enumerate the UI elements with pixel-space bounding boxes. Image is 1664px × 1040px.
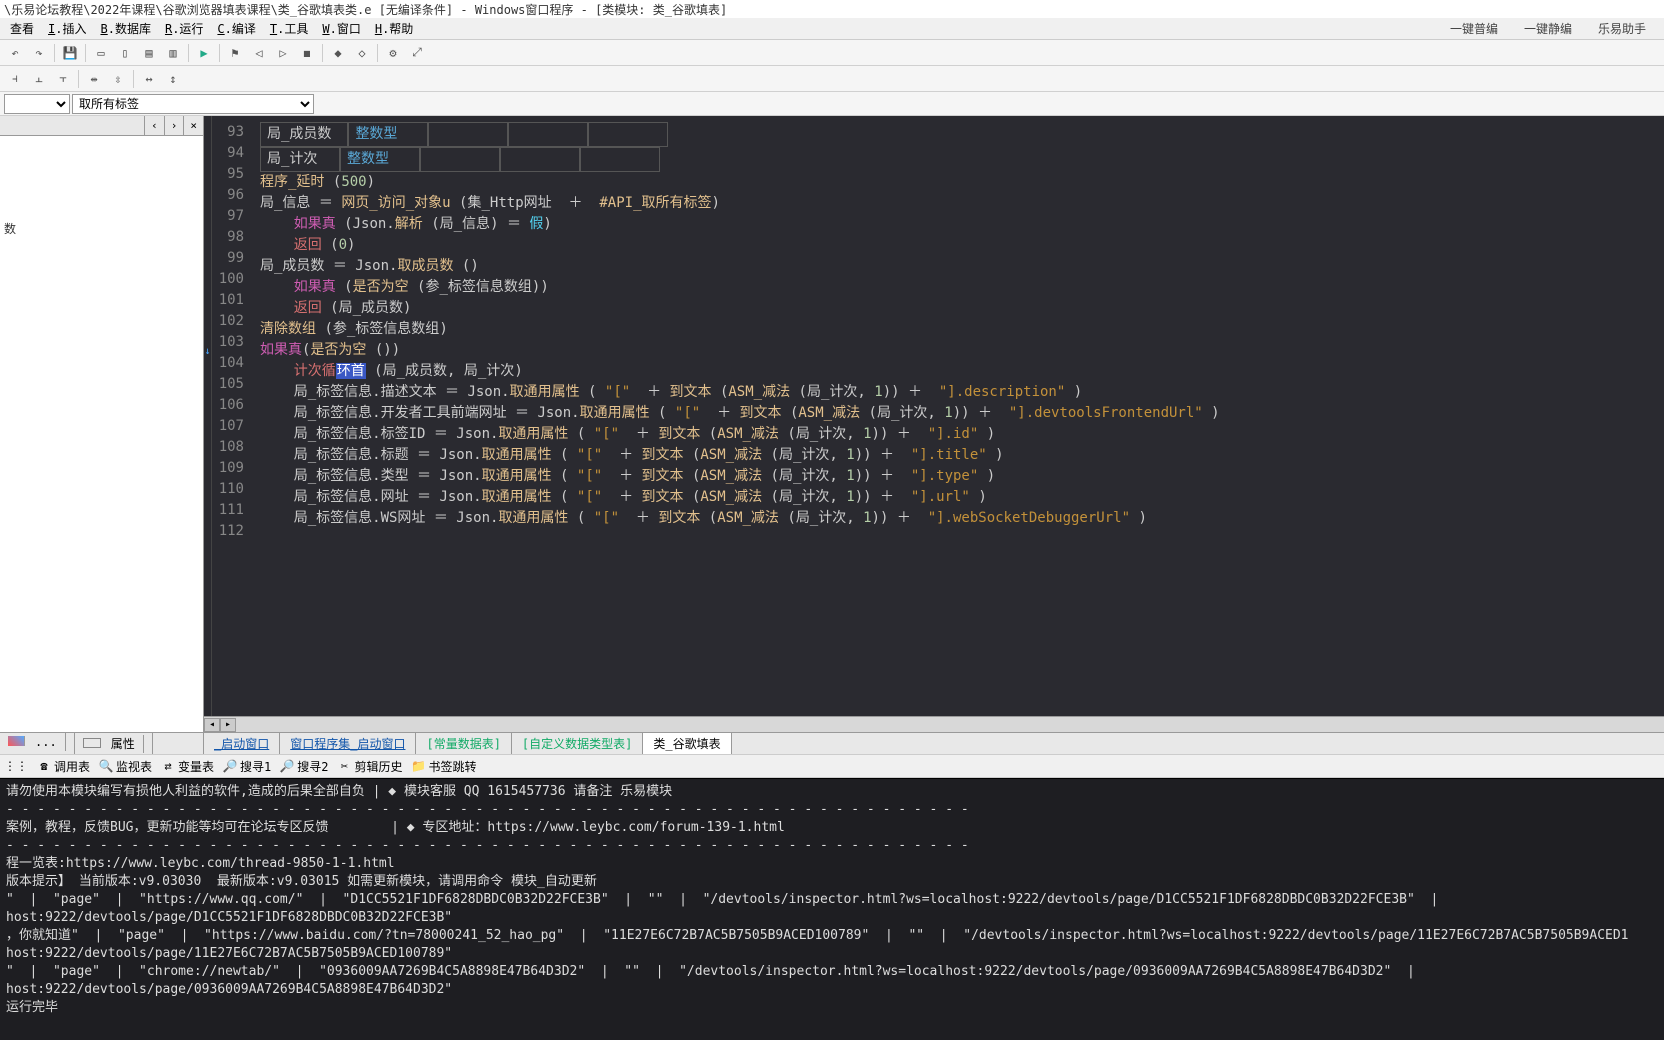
size-w-icon[interactable]: ↔ bbox=[138, 68, 160, 90]
panel-next-icon[interactable]: › bbox=[164, 116, 184, 135]
dist-v-icon[interactable]: ⇳ bbox=[107, 68, 129, 90]
file-tab[interactable]: 类_谷歌填表 bbox=[643, 733, 731, 754]
tool-layout3-icon[interactable]: ▤ bbox=[138, 42, 160, 64]
menu-窗口[interactable]: W.窗口 bbox=[316, 20, 366, 37]
file-tabs: _启动窗口窗口程序集_启动窗口[常量数据表][自定义数据类型表]类_谷歌填表 bbox=[204, 732, 1664, 754]
dist-h-icon[interactable]: ⇹ bbox=[83, 68, 105, 90]
console-line: - - - - - - - - - - - - - - - - - - - - … bbox=[6, 801, 1658, 819]
tool-save-icon[interactable]: 💾 bbox=[59, 42, 81, 64]
marker-gutter: ↓ bbox=[204, 116, 212, 716]
align-left-icon[interactable]: ⫞ bbox=[4, 68, 26, 90]
side-panel-tree[interactable]: 数 bbox=[0, 136, 203, 732]
console-line: " | "page" | "https://www.qq.com/" | "D1… bbox=[6, 891, 1658, 909]
console-line: 案例，教程，反馈BUG，更新功能等均可在论坛专区反馈 | ◆ 专区地址：http… bbox=[6, 819, 1658, 837]
tool-layout2-icon[interactable]: ▯ bbox=[114, 42, 136, 64]
剪辑历史-icon: ✂ bbox=[337, 758, 353, 774]
line-numbers: 9394959697989910010110210310410510610710… bbox=[212, 116, 252, 716]
tool-tab-handle[interactable]: ⋮⋮ bbox=[4, 759, 28, 773]
menu-right-一键普编[interactable]: 一键普编 bbox=[1444, 20, 1504, 37]
title-bar: \乐易论坛教程\2022年课程\谷歌浏览器填表课程\类_谷歌填表类.e [无编译… bbox=[0, 0, 1664, 18]
panel-close-icon[interactable]: × bbox=[183, 116, 203, 135]
搜寻1-icon: 🔎 bbox=[222, 758, 238, 774]
scope-dropdown[interactable] bbox=[4, 94, 70, 114]
tooltab-剪辑历史[interactable]: ✂剪辑历史 bbox=[337, 758, 403, 775]
监视表-icon: 🔍 bbox=[98, 758, 114, 774]
panel-prev-icon[interactable]: ‹ bbox=[144, 116, 164, 135]
console-line: host:9222/devtools/page/0936009AA7269B4C… bbox=[6, 981, 1658, 999]
menu-数据库[interactable]: B.数据库 bbox=[94, 20, 156, 37]
tree-item[interactable]: 数 bbox=[4, 220, 199, 237]
menu-bar: 查看I.插入B.数据库R.运行C.编译T.工具W.窗口H.帮助 一键普编一键静编乐… bbox=[0, 18, 1664, 40]
tooltab-监视表[interactable]: 🔍监视表 bbox=[98, 758, 152, 775]
menu-运行[interactable]: R.运行 bbox=[159, 20, 209, 37]
console-line: " | "page" | "chrome://newtab/" | "09360… bbox=[6, 963, 1658, 981]
tool-undo-icon[interactable]: ↶ bbox=[4, 42, 26, 64]
side-tab-properties[interactable]: 属性 bbox=[75, 733, 153, 754]
menu-帮助[interactable]: H.帮助 bbox=[369, 20, 419, 37]
tool-mark2-icon[interactable]: ◇ bbox=[351, 42, 373, 64]
menu-插入[interactable]: I.插入 bbox=[42, 20, 92, 37]
tool-layout1-icon[interactable]: ▭ bbox=[90, 42, 112, 64]
file-tab[interactable]: [自定义数据类型表] bbox=[512, 733, 643, 754]
tooltab-搜寻2[interactable]: 🔎搜寻2 bbox=[279, 758, 328, 775]
symbol-dropdown[interactable]: 取所有标签 bbox=[72, 94, 314, 114]
code-editor[interactable]: ↓ 93949596979899100101102103104105106107… bbox=[204, 116, 1664, 716]
side-panel-controls: ‹ › × bbox=[0, 116, 203, 136]
file-tab[interactable]: 窗口程序集_启动窗口 bbox=[280, 733, 416, 754]
tool-bookmark-icon[interactable]: ⚑ bbox=[224, 42, 246, 64]
调用表-icon: ☎ bbox=[36, 758, 52, 774]
tooltab-搜寻1[interactable]: 🔎搜寻1 bbox=[222, 758, 271, 775]
file-tab[interactable]: _启动窗口 bbox=[204, 733, 280, 754]
tool-run-icon[interactable]: ▶ bbox=[193, 42, 215, 64]
书签跳转-icon: 📁 bbox=[411, 758, 427, 774]
toolbar-main: ↶ ↷ 💾 ▭ ▯ ▤ ▥ ▶ ⚑ ◁ ▷ ◼ ◆ ◇ ⚙ ⤢ bbox=[0, 40, 1664, 66]
console-line: 版本提示】 当前版本:v9.03030 最新版本:v9.03015 如需更新模块… bbox=[6, 873, 1658, 891]
console-line: 程一览表:https://www.leybc.com/thread-9850-1… bbox=[6, 855, 1658, 873]
console-line: ，你就知道" | "page" | "https://www.baidu.com… bbox=[6, 927, 1658, 945]
console-line: - - - - - - - - - - - - - - - - - - - - … bbox=[6, 837, 1658, 855]
side-panel: ‹ › × 数 ... 属性 bbox=[0, 116, 204, 754]
output-console[interactable]: 请勿使用本模块编写有损他人利益的软件,造成的后果全部自负 | ◆ 模块客服 QQ… bbox=[0, 778, 1664, 1040]
console-line: host:9222/devtools/page/D1CC5521F1DF6828… bbox=[6, 909, 1658, 927]
toolbar-second: ⫞ ⫠ ⫟ ⇹ ⇳ ↔ ↕ bbox=[0, 66, 1664, 92]
tooltab-书签跳转[interactable]: 📁书签跳转 bbox=[411, 758, 477, 775]
code-area[interactable]: 局_成员数整数型局_计次整数型程序_延时 (500)局_信息 ＝ 网页_访问_对… bbox=[252, 116, 1664, 716]
tool-expand-icon[interactable]: ⤢ bbox=[406, 42, 428, 64]
menu-工具[interactable]: T.工具 bbox=[264, 20, 314, 37]
tool-gear-icon[interactable]: ⚙ bbox=[382, 42, 404, 64]
file-tab[interactable]: [常量数据表] bbox=[416, 733, 511, 754]
tool-prev-icon[interactable]: ◁ bbox=[248, 42, 270, 64]
tool-mark1-icon[interactable]: ◆ bbox=[327, 42, 349, 64]
变量表-icon: ⇄ bbox=[160, 758, 176, 774]
menu-编译[interactable]: C.编译 bbox=[211, 20, 261, 37]
side-tab-more[interactable]: ... bbox=[0, 733, 75, 754]
tool-layout4-icon[interactable]: ▥ bbox=[162, 42, 184, 64]
editor-scrollbar[interactable]: ◂ ▸ bbox=[204, 716, 1664, 732]
tool-stop-icon[interactable]: ◼ bbox=[296, 42, 318, 64]
scroll-left-icon[interactable]: ◂ bbox=[204, 718, 220, 732]
tool-redo-icon[interactable]: ↷ bbox=[28, 42, 50, 64]
menu-查看[interactable]: 查看 bbox=[4, 20, 40, 37]
symbol-selector-bar: 取所有标签 bbox=[0, 92, 1664, 116]
tooltab-调用表[interactable]: ☎调用表 bbox=[36, 758, 90, 775]
console-line: 运行完毕 bbox=[6, 999, 1658, 1017]
搜寻2-icon: 🔎 bbox=[279, 758, 295, 774]
side-panel-tabs: ... 属性 bbox=[0, 732, 203, 754]
tool-next-icon[interactable]: ▷ bbox=[272, 42, 294, 64]
align-center-icon[interactable]: ⫠ bbox=[28, 68, 50, 90]
tool-tabs-bar: ⋮⋮ ☎调用表 🔍监视表 ⇄变量表 🔎搜寻1 🔎搜寻2 ✂剪辑历史 📁书签跳转 bbox=[0, 754, 1664, 778]
menu-right-一键静编[interactable]: 一键静编 bbox=[1518, 20, 1578, 37]
workspace: ‹ › × 数 ... 属性 ↓ 93949596979899100101102… bbox=[0, 116, 1664, 754]
menu-right-乐易助手[interactable]: 乐易助手 bbox=[1592, 20, 1652, 37]
align-right-icon[interactable]: ⫟ bbox=[52, 68, 74, 90]
console-line: host:9222/devtools/page/11E27E6C72B7AC5B… bbox=[6, 945, 1658, 963]
console-line: 请勿使用本模块编写有损他人利益的软件,造成的后果全部自负 | ◆ 模块客服 QQ… bbox=[6, 783, 1658, 801]
scroll-right-icon[interactable]: ▸ bbox=[220, 718, 236, 732]
window-title: \乐易论坛教程\2022年课程\谷歌浏览器填表课程\类_谷歌填表类.e [无编译… bbox=[4, 1, 727, 18]
tooltab-变量表[interactable]: ⇄变量表 bbox=[160, 758, 214, 775]
editor-panel: ↓ 93949596979899100101102103104105106107… bbox=[204, 116, 1664, 754]
size-h-icon[interactable]: ↕ bbox=[162, 68, 184, 90]
